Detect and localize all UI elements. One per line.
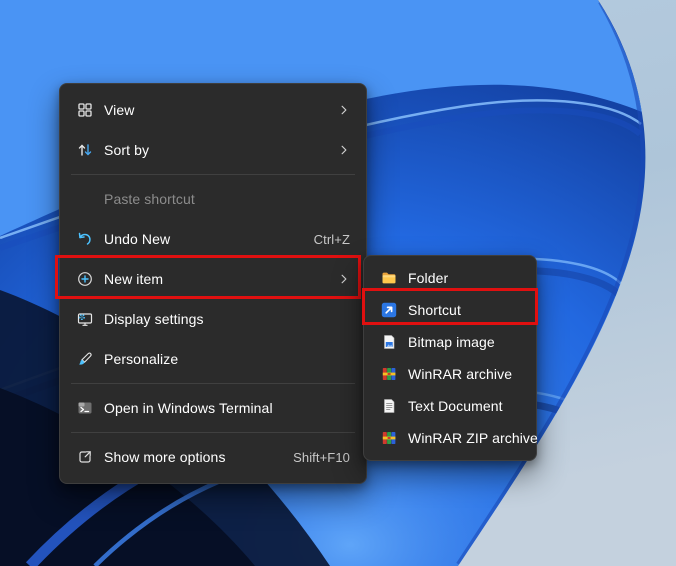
- menu-item-personalize[interactable]: Personalize: [65, 339, 361, 379]
- shortcut-arrow-icon: [380, 302, 397, 318]
- menu-item-label: WinRAR ZIP archive: [408, 430, 538, 446]
- text-document-icon: [380, 398, 397, 414]
- winrar-archive-icon: [380, 366, 397, 382]
- menu-item-winrar-archive[interactable]: WinRAR archive: [369, 358, 531, 390]
- menu-separator: [71, 174, 355, 175]
- view-grid-icon: [76, 102, 93, 118]
- menu-item-view[interactable]: View: [65, 90, 361, 130]
- menu-item-label: Show more options: [104, 449, 226, 465]
- menu-item-winrar-zip-archive[interactable]: WinRAR ZIP archive: [369, 422, 538, 454]
- sort-arrows-icon: [76, 142, 93, 158]
- chevron-right-icon: [338, 273, 350, 285]
- menu-item-label: Undo New: [104, 231, 171, 247]
- undo-icon: [76, 231, 93, 247]
- keyboard-shortcut-hint: Ctrl+Z: [313, 231, 350, 247]
- menu-item-label: Paste shortcut: [104, 191, 195, 207]
- menu-item-shortcut[interactable]: Shortcut: [369, 294, 531, 326]
- winrar-zip-archive-icon: [380, 430, 397, 446]
- menu-item-label: WinRAR archive: [408, 366, 513, 382]
- menu-item-text-document[interactable]: Text Document: [369, 390, 531, 422]
- menu-item-label: Text Document: [408, 398, 503, 414]
- chevron-right-icon: [338, 144, 350, 156]
- folder-icon: [380, 270, 397, 286]
- keyboard-shortcut-hint: Shift+F10: [293, 449, 350, 465]
- menu-item-undo-new[interactable]: Undo New Ctrl+Z: [65, 219, 361, 259]
- show-more-options-icon: [76, 449, 93, 465]
- menu-item-label: Folder: [408, 270, 449, 286]
- desktop-context-menu: View Sort by Paste shortcut Undo New Ctrl+Z N…: [59, 83, 367, 484]
- menu-item-label: New item: [104, 271, 164, 287]
- menu-item-label: Display settings: [104, 311, 204, 327]
- menu-separator: [71, 383, 355, 384]
- menu-item-label: View: [104, 102, 135, 118]
- personalize-brush-icon: [76, 351, 93, 367]
- menu-item-show-more-options[interactable]: Show more options Shift+F10: [65, 437, 361, 477]
- menu-item-label: Shortcut: [408, 302, 461, 318]
- menu-item-new-item[interactable]: New item: [65, 259, 361, 299]
- menu-item-sort-by[interactable]: Sort by: [65, 130, 361, 170]
- menu-separator: [71, 432, 355, 433]
- windows-terminal-icon: [76, 400, 93, 416]
- menu-item-folder[interactable]: Folder: [369, 262, 531, 294]
- menu-item-label: Bitmap image: [408, 334, 495, 350]
- menu-item-display-settings[interactable]: Display settings: [65, 299, 361, 339]
- empty-icon-slot: [76, 191, 93, 207]
- new-item-submenu: Folder Shortcut Bitmap image WinRAR archive…: [363, 255, 538, 461]
- menu-item-label: Personalize: [104, 351, 179, 367]
- chevron-right-icon: [338, 104, 350, 116]
- display-settings-icon: [76, 311, 93, 327]
- desktop: View Sort by Paste shortcut Undo New Ctrl+Z N…: [0, 0, 676, 566]
- new-item-plus-icon: [76, 271, 93, 287]
- menu-item-bitmap-image[interactable]: Bitmap image: [369, 326, 531, 358]
- menu-item-open-in-windows-terminal[interactable]: Open in Windows Terminal: [65, 388, 361, 428]
- menu-item-paste-shortcut: Paste shortcut: [65, 179, 361, 219]
- menu-item-label: Open in Windows Terminal: [104, 400, 273, 416]
- menu-item-label: Sort by: [104, 142, 150, 158]
- bitmap-image-icon: [380, 334, 397, 350]
